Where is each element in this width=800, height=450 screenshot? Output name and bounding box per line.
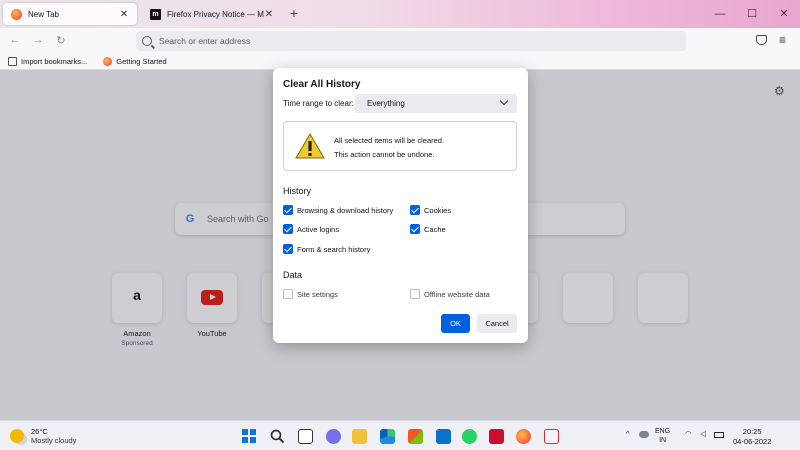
- mozilla-icon: m: [150, 8, 161, 20]
- tray-overflow-icon[interactable]: ^: [626, 429, 630, 438]
- snipping-tool-icon[interactable]: [544, 429, 559, 444]
- warning-line-1: All selected items will be cleared.: [334, 136, 445, 145]
- checkbox-label: Site settings: [297, 289, 338, 299]
- chat-icon[interactable]: [326, 429, 341, 444]
- checkbox-label: Browsing & download history: [297, 205, 394, 215]
- checkbox-active-logins[interactable]: Active logins: [283, 224, 339, 234]
- store-icon[interactable]: [408, 429, 423, 444]
- battery-icon[interactable]: [714, 432, 724, 438]
- language-indicator[interactable]: ENG IN: [655, 427, 670, 445]
- onedrive-icon[interactable]: [639, 431, 649, 438]
- tab-bar: New Tab ✕ m Firefox Privacy Notice — Moz…: [0, 0, 800, 28]
- file-explorer-icon[interactable]: [352, 429, 367, 444]
- wifi-icon[interactable]: ◠: [685, 429, 692, 438]
- pocket-icon[interactable]: [756, 35, 767, 45]
- edge-icon[interactable]: [380, 429, 395, 444]
- ok-button[interactable]: OK: [441, 314, 470, 333]
- checkbox-cache[interactable]: Cache: [410, 224, 446, 234]
- tab-privacy-notice[interactable]: m Firefox Privacy Notice — Mozilla ✕: [142, 3, 282, 25]
- checkbox-label: Form & search history: [297, 244, 371, 254]
- address-bar[interactable]: Search or enter address: [136, 31, 686, 51]
- bookmark-label: Getting Started: [116, 57, 167, 66]
- window-controls: — ☐ ✕: [704, 0, 800, 28]
- bookmark-label: Import bookmarks...: [21, 57, 88, 66]
- nav-toolbar: ← → ↻ Search or enter address ≡: [0, 28, 800, 54]
- tab-title: New Tab: [28, 9, 59, 19]
- taskbar: 26°C Mostly cloudy ^ ENG IN ◠ ◁ 20:25 04…: [0, 420, 800, 450]
- weather-description: Mostly cloudy: [31, 436, 77, 445]
- time-range-label: Time range to clear:: [283, 99, 354, 108]
- firefox-icon[interactable]: [516, 429, 531, 444]
- dialog-title: Clear All History: [283, 79, 361, 90]
- checkbox-label: Offline website data: [424, 289, 490, 299]
- address-placeholder: Search or enter address: [159, 36, 251, 46]
- checkbox-checked-icon[interactable]: [283, 205, 293, 215]
- tab-close-icon[interactable]: ✕: [264, 9, 274, 20]
- chevron-down-icon: [499, 96, 509, 106]
- app-menu-button[interactable]: ≡: [779, 33, 786, 47]
- checkbox-unchecked-icon[interactable]: [283, 289, 293, 299]
- clock-time: 20:25: [742, 427, 762, 436]
- weather-widget[interactable]: 26°C Mostly cloudy: [10, 427, 76, 445]
- checkbox-label: Active logins: [297, 224, 340, 234]
- language-code: ENG: [655, 428, 671, 435]
- clear-history-dialog: Clear All History Time range to clear: E…: [273, 68, 528, 343]
- whatsapp-icon[interactable]: [462, 429, 477, 444]
- clock[interactable]: 20:25 04-06-2022: [733, 427, 771, 447]
- checkbox-checked-icon[interactable]: [283, 224, 293, 234]
- tab-new-tab[interactable]: New Tab ✕: [3, 3, 137, 25]
- checkbox-cookies[interactable]: Cookies: [410, 205, 451, 215]
- cancel-button[interactable]: Cancel: [477, 314, 517, 333]
- tab-title: Firefox Privacy Notice — Mozilla: [167, 9, 264, 19]
- task-view-icon[interactable]: [298, 429, 313, 444]
- region-code: IN: [659, 437, 667, 444]
- bookmark-getting-started[interactable]: Getting Started: [103, 57, 167, 66]
- checkbox-site-settings[interactable]: Site settings: [283, 289, 338, 299]
- mcafee-icon[interactable]: [489, 429, 504, 444]
- maximize-button[interactable]: ☐: [736, 0, 768, 28]
- checkbox-browsing-download-history[interactable]: Browsing & download history: [283, 205, 393, 215]
- new-tab-button[interactable]: +: [287, 5, 301, 21]
- forward-button[interactable]: →: [31, 34, 45, 46]
- checkbox-unchecked-icon[interactable]: [410, 289, 420, 299]
- tab-close-icon[interactable]: ✕: [119, 9, 129, 20]
- windows-start-icon[interactable]: [242, 429, 257, 444]
- checkbox-checked-icon[interactable]: [410, 224, 420, 234]
- checkbox-offline-website-data[interactable]: Offline website data: [410, 289, 490, 299]
- bookmark-import[interactable]: Import bookmarks...: [8, 57, 87, 66]
- import-icon: [8, 57, 17, 66]
- data-heading: Data: [283, 270, 303, 280]
- firefox-icon: [103, 57, 113, 66]
- back-button[interactable]: ←: [8, 34, 22, 46]
- partly-cloudy-icon: [10, 429, 24, 443]
- time-range-value: Everything: [367, 99, 405, 108]
- checkbox-label: Cookies: [424, 205, 452, 215]
- checkbox-checked-icon[interactable]: [410, 205, 420, 215]
- weather-temperature: 26°C: [31, 427, 48, 436]
- search-icon[interactable]: [270, 429, 285, 444]
- checkbox-checked-icon[interactable]: [283, 244, 293, 254]
- time-range-select[interactable]: Everything: [355, 94, 517, 113]
- close-window-button[interactable]: ✕: [768, 0, 800, 28]
- minimize-button[interactable]: —: [704, 0, 736, 28]
- checkbox-label: Cache: [424, 224, 446, 234]
- warning-icon: [295, 133, 325, 159]
- clock-date: 04-06-2022: [733, 437, 772, 446]
- checkbox-form-search-history[interactable]: Form & search history: [283, 244, 370, 254]
- launcher-icon[interactable]: [436, 429, 451, 444]
- history-heading: History: [283, 186, 312, 196]
- warning-line-2: This action cannot be undone.: [334, 150, 435, 159]
- volume-icon[interactable]: ◁: [700, 429, 706, 438]
- search-icon: [142, 36, 152, 46]
- firefox-icon: [11, 8, 22, 20]
- warning-box: All selected items will be cleared. This…: [283, 121, 517, 171]
- reload-button[interactable]: ↻: [54, 34, 68, 47]
